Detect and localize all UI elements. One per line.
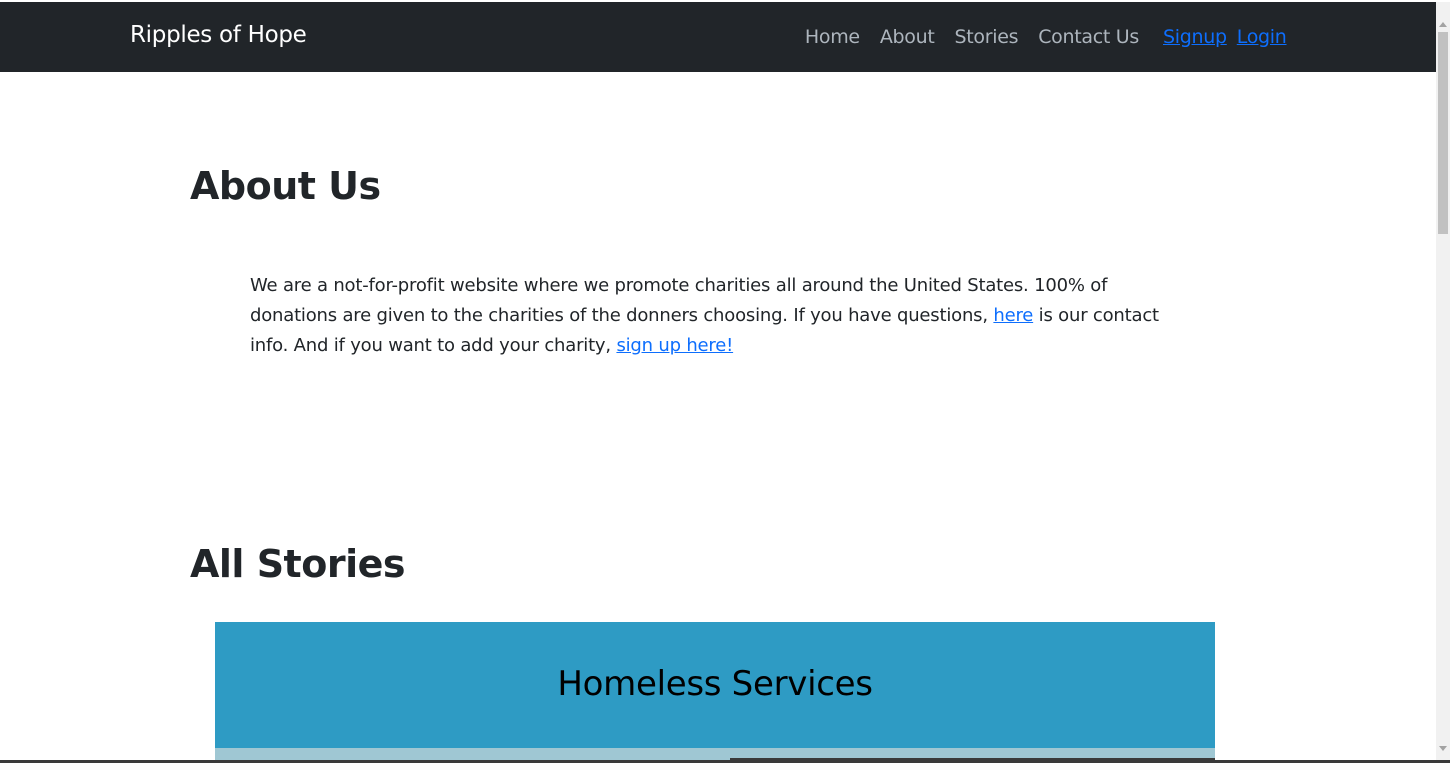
nav-stories[interactable]: Stories <box>955 26 1019 48</box>
nav-links: Home About Stories Contact Us <box>805 26 1139 48</box>
auth-links: Signup Login <box>1163 26 1287 48</box>
scroll-up-arrow-icon[interactable] <box>1439 22 1447 27</box>
nav-home[interactable]: Home <box>805 26 860 48</box>
scroll-down-arrow-icon[interactable] <box>1439 746 1447 751</box>
all-stories-heading: All Stories <box>190 542 406 586</box>
story-card[interactable]: Homeless Services <box>215 622 1215 763</box>
about-text-part1: We are a not-for-profit website where we… <box>250 275 1108 326</box>
brand-logo[interactable]: Ripples of Hope <box>130 22 307 48</box>
login-link[interactable]: Login <box>1237 26 1287 48</box>
nav-about[interactable]: About <box>880 26 935 48</box>
story-card-title: Homeless Services <box>557 664 873 704</box>
nav-contact-us[interactable]: Contact Us <box>1038 26 1139 48</box>
vertical-scrollbar[interactable] <box>1436 2 1450 760</box>
about-heading: About Us <box>190 164 381 208</box>
contact-here-link[interactable]: here <box>993 305 1033 326</box>
scrollbar-thumb[interactable] <box>1438 32 1448 234</box>
top-navbar: Ripples of Hope Home About Stories Conta… <box>0 2 1436 72</box>
signup-link[interactable]: Signup <box>1163 26 1227 48</box>
about-paragraph: We are a not-for-profit website where we… <box>250 271 1180 361</box>
sign-up-here-link[interactable]: sign up here! <box>616 335 733 356</box>
